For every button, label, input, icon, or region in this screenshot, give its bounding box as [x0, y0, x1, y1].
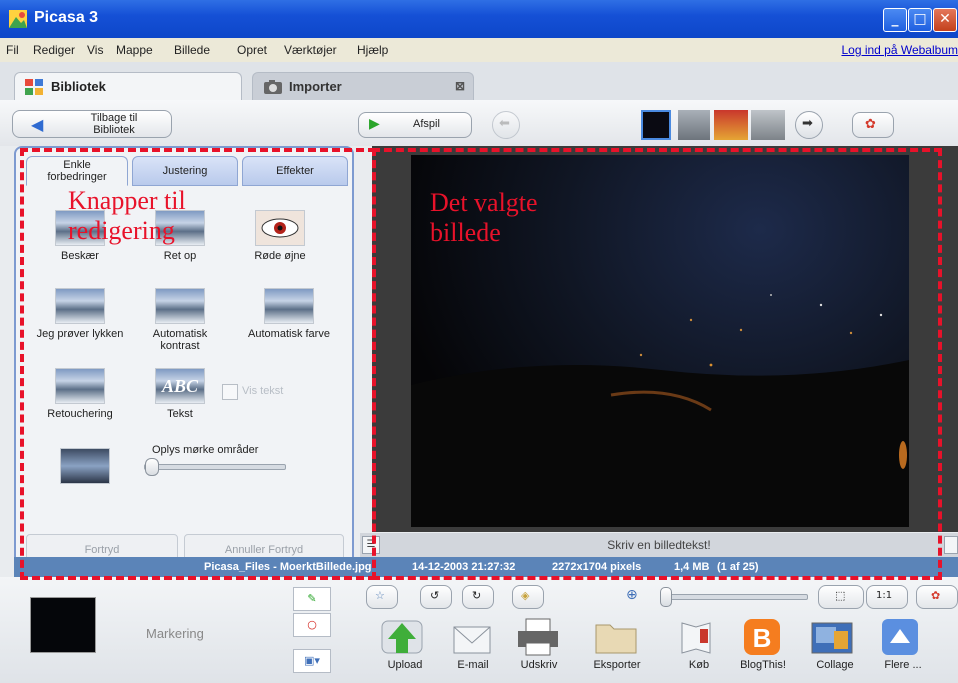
- tag-button[interactable]: ◈: [512, 585, 544, 609]
- trash-icon[interactable]: [944, 536, 958, 554]
- selection-label: Markering: [146, 626, 204, 641]
- svg-text:B: B: [753, 623, 772, 653]
- left-arrow-icon: ⬅: [499, 116, 510, 131]
- filmstrip-thumb-selected[interactable]: [641, 110, 671, 140]
- menu-tools[interactable]: Værktøjer: [284, 43, 337, 57]
- play-icon: ▶: [369, 116, 380, 132]
- people-tray-icon: ✿: [931, 589, 941, 602]
- clear-icon: ○: [307, 618, 317, 631]
- tab-library[interactable]: Bibliotek: [14, 72, 242, 101]
- back-label-line1: Tilbage til: [90, 112, 138, 124]
- people-tag-icon: ✿: [865, 117, 876, 132]
- export-label[interactable]: Eksporter: [582, 659, 652, 671]
- rotate-right-button[interactable]: ↻: [462, 585, 494, 609]
- picasa-logo-icon: [9, 10, 27, 28]
- rotate-left-button[interactable]: ↺: [420, 585, 452, 609]
- filmstrip-thumb[interactable]: [678, 110, 710, 140]
- people-tray-button[interactable]: ✿: [916, 585, 958, 609]
- collage-icon: [811, 622, 853, 654]
- play-label: Afspil: [413, 118, 440, 130]
- pin-icon: ✎: [307, 592, 317, 605]
- menu-view[interactable]: Vis: [87, 43, 103, 57]
- back-to-library-button[interactable]: ◀ Tilbage til Bibliotek: [12, 110, 172, 138]
- previous-photo-button[interactable]: ⬅: [492, 111, 520, 139]
- menu-file[interactable]: Fil: [6, 43, 19, 57]
- back-label-line2: Bibliotek: [93, 124, 135, 136]
- close-button[interactable]: ✕: [933, 8, 957, 32]
- print-icon: [518, 618, 558, 656]
- zoom-icon: ⊕: [626, 587, 638, 603]
- menu-edit[interactable]: Rediger: [33, 43, 75, 57]
- annotation-edit-buttons-text: Knapper til redigering: [68, 186, 186, 245]
- album-icon: ▣▾: [304, 654, 320, 667]
- fit-icon: ⬚: [835, 589, 846, 602]
- print-label[interactable]: Udskriv: [504, 659, 574, 671]
- close-tab-icon[interactable]: ⊠: [455, 79, 465, 93]
- people-button[interactable]: ✿: [852, 112, 894, 138]
- clear-selection-button[interactable]: ○: [293, 613, 331, 637]
- tag-icon: ◈: [521, 589, 530, 602]
- toolbar: ◀ Tilbage til Bibliotek ▶ Afspil ⬅ ➡ ✿: [0, 100, 958, 146]
- blogger-icon: B: [744, 619, 780, 655]
- menu-picture[interactable]: Billede: [174, 43, 210, 57]
- selection-thumbnail[interactable]: [30, 597, 96, 653]
- window-title: Picasa 3: [34, 9, 99, 26]
- rotate-left-icon: ↺: [430, 589, 440, 602]
- bottom-tray: Markering ✎ ○ ▣▾ ☆ ↺ ↻ ◈ ⊕ ⬚ 1:1 ✿ Uploa…: [0, 577, 958, 683]
- menu-help[interactable]: Hjælp: [357, 43, 388, 57]
- maximize-button[interactable]: □: [908, 8, 932, 32]
- annotation-selected-photo-text: Det valgte billede: [430, 188, 538, 247]
- back-arrow-icon: ◀: [31, 115, 44, 134]
- buy-label[interactable]: Køb: [664, 659, 734, 671]
- right-arrow-icon: ➡: [802, 116, 813, 131]
- more-label[interactable]: Flere ...: [868, 659, 938, 671]
- webalbum-login-link[interactable]: Log ind på Webalbum: [841, 43, 958, 57]
- minimize-button[interactable]: _: [883, 8, 907, 32]
- album-menu-button[interactable]: ▣▾: [293, 649, 331, 673]
- export-folder-icon: [595, 624, 637, 654]
- filmstrip-thumb[interactable]: [751, 110, 785, 140]
- collage-label[interactable]: Collage: [800, 659, 870, 671]
- blogthis-label[interactable]: BlogThis!: [728, 659, 798, 671]
- fit-button[interactable]: ⬚: [818, 585, 864, 609]
- menu-bar: Fil Rediger Vis Mappe Billede Opret Værk…: [0, 38, 958, 63]
- email-icon: [453, 626, 491, 654]
- zoom-slider-track[interactable]: [664, 594, 808, 600]
- more-icon: [882, 619, 918, 655]
- tab-import[interactable]: Importer ⊠: [252, 72, 474, 101]
- menu-create[interactable]: Opret: [237, 43, 267, 57]
- upload-icon: [381, 620, 423, 654]
- hold-pin-button[interactable]: ✎: [293, 587, 331, 611]
- title-bar: Picasa 3 _ □ ✕: [0, 0, 958, 38]
- upload-label[interactable]: Upload: [370, 659, 440, 671]
- actual-size-label: 1:1: [876, 590, 893, 601]
- star-button[interactable]: ☆: [366, 585, 398, 609]
- play-button[interactable]: ▶ Afspil: [358, 112, 472, 138]
- actual-size-button[interactable]: 1:1: [866, 585, 908, 609]
- email-label[interactable]: E-mail: [438, 659, 508, 671]
- next-photo-button[interactable]: ➡: [795, 111, 823, 139]
- view-tabs: Bibliotek Importer ⊠: [0, 62, 958, 101]
- library-icon: [25, 79, 43, 95]
- rotate-right-icon: ↻: [472, 589, 482, 602]
- buy-icon: [681, 622, 711, 654]
- camera-icon: [264, 80, 282, 94]
- tab-library-label: Bibliotek: [51, 79, 106, 94]
- star-icon: ☆: [375, 589, 385, 602]
- filmstrip-thumb[interactable]: [714, 110, 748, 140]
- menu-folder[interactable]: Mappe: [116, 43, 153, 57]
- zoom-slider-handle[interactable]: [660, 587, 672, 607]
- tab-import-label: Importer: [289, 79, 342, 94]
